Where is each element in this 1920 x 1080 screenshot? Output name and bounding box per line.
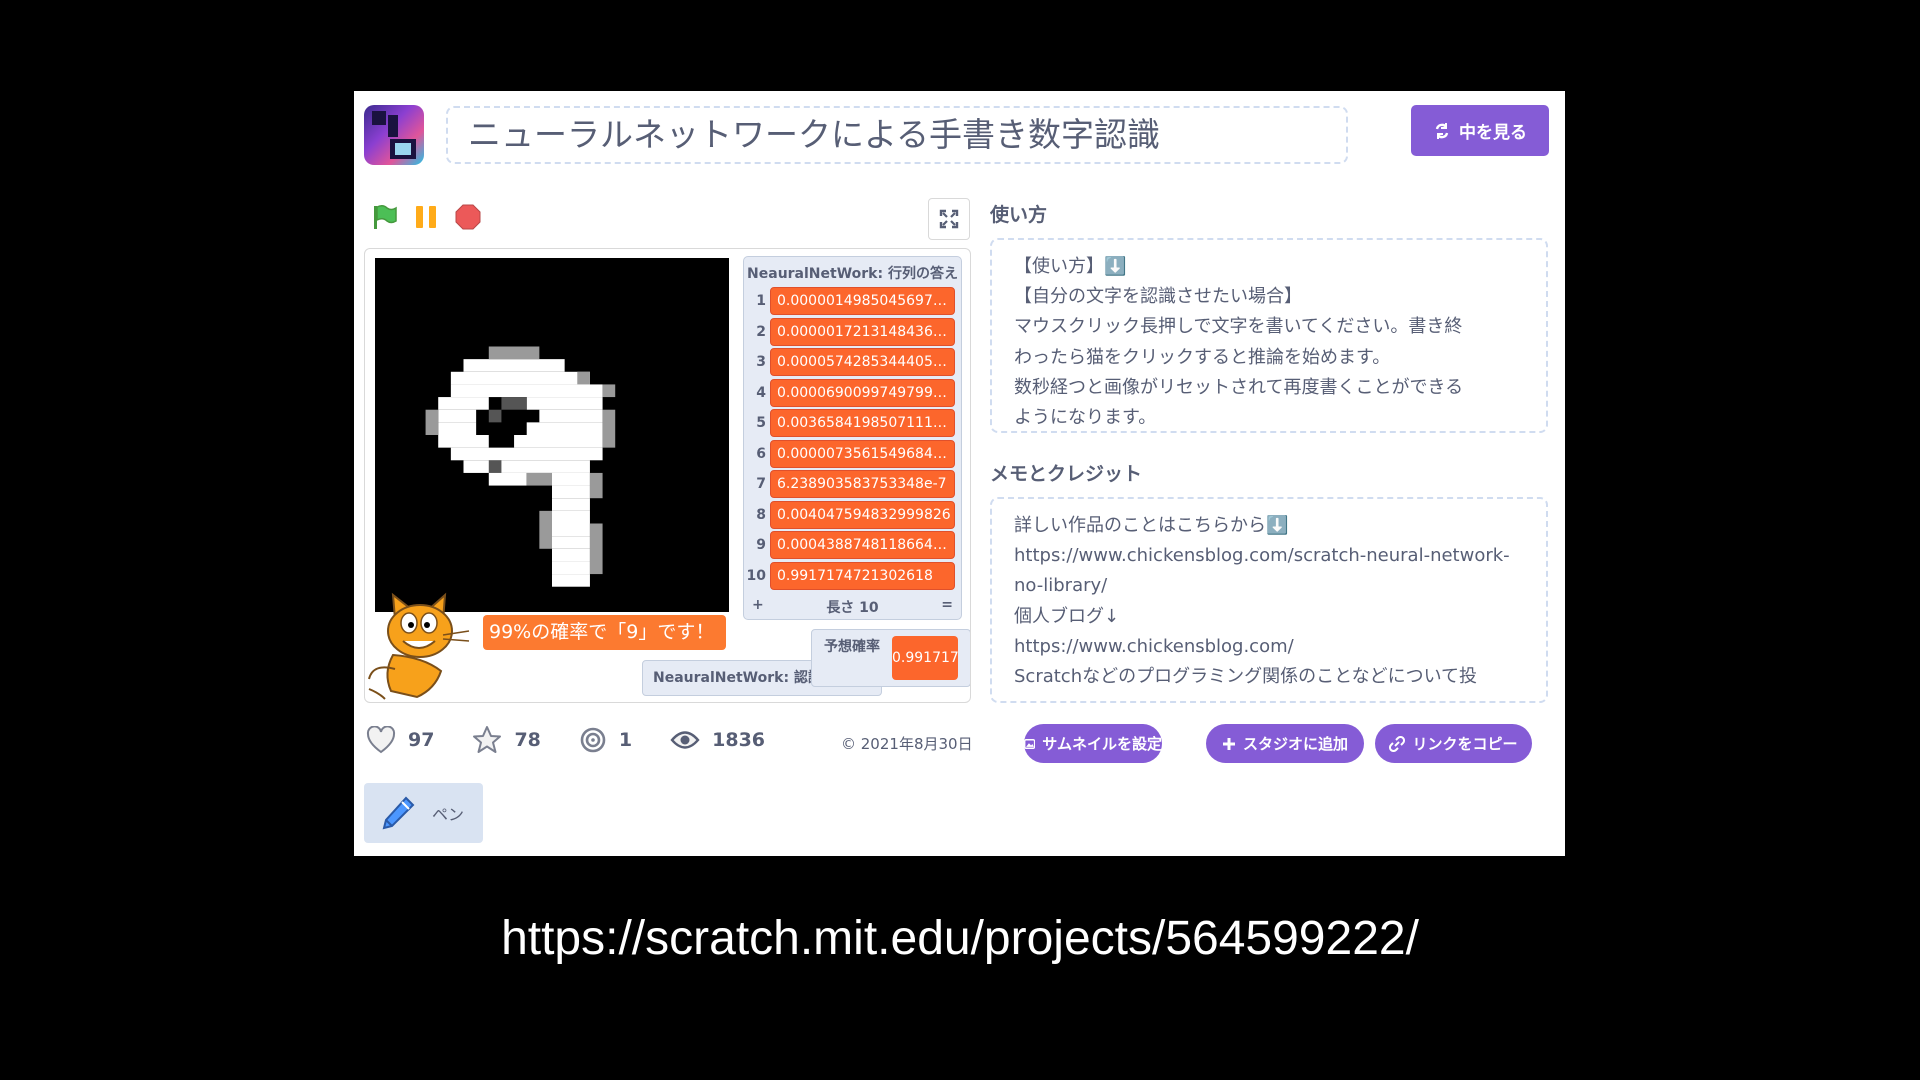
list-item: 7 6.238903583753348e-7 <box>744 469 961 500</box>
set-thumbnail-button[interactable]: サムネイルを設定 <box>1024 724 1162 763</box>
list-item: 4 0.00006900997497991... <box>744 378 961 409</box>
image-icon <box>1024 738 1036 749</box>
scratch-cat-sprite[interactable] <box>365 589 477 701</box>
list-item-index: 10 <box>746 567 766 584</box>
instructions-line: 【使い方】⬇️ <box>1014 256 1127 277</box>
list-item: 8 0.004047594832999826 <box>744 500 961 531</box>
list-item: 5 0.00365841985071119... <box>744 408 961 439</box>
instructions-line: 数秒経つと画像がリセットされて再度書くことができる <box>1014 376 1464 398</box>
heart-icon <box>366 726 396 754</box>
probability-monitor-value: 0.991717 <box>892 636 959 680</box>
favorite-stat[interactable]: 78 <box>472 725 541 755</box>
notes-heading: メモとクレジット <box>990 463 1143 485</box>
list-item: 2 0.00000172131484369... <box>744 317 961 348</box>
see-inside-button[interactable]: 中を見る <box>1411 105 1549 156</box>
speech-bubble: 99%の確率で「9」です！ <box>483 615 726 650</box>
link-icon <box>1389 735 1406 752</box>
list-item-value[interactable]: 0.00005742853444056... <box>770 348 955 377</box>
list-item-value[interactable]: 0.9917174721302618 <box>770 561 955 590</box>
list-item-index: 5 <box>756 415 766 432</box>
fullscreen-icon <box>939 209 959 229</box>
view-stat: 1836 <box>670 729 765 751</box>
remix-count: 1 <box>618 729 633 751</box>
stop-icon[interactable] <box>454 203 482 231</box>
notes-link[interactable]: https://www.chickensblog.com/ <box>1014 632 1526 662</box>
set-thumbnail-label: サムネイルを設定 <box>1042 735 1162 753</box>
love-count: 97 <box>408 729 435 751</box>
pen-extension-label: ペン <box>432 805 465 824</box>
probability-monitor-label: 予想確率 <box>824 639 880 655</box>
list-item: 9 0.00043887481186641... <box>744 530 961 561</box>
list-item-value[interactable]: 0.004047594832999826 <box>770 500 955 529</box>
favorite-count: 78 <box>514 729 541 751</box>
list-item-value[interactable]: 0.00365841985071119... <box>770 409 955 438</box>
project-title[interactable]: ニューラルネットワークによる手書き数字認識 <box>446 106 1348 164</box>
fullscreen-button[interactable] <box>928 198 970 240</box>
remix-icon <box>580 727 606 753</box>
star-icon <box>473 726 502 753</box>
list-item-index: 1 <box>756 293 766 310</box>
add-to-studio-label: スタジオに追加 <box>1242 735 1348 753</box>
copy-link-label: リンクをコピー <box>1412 735 1518 753</box>
stage[interactable]: NeauralNetWork: 行列の答え 1 0.000001498504569… <box>364 248 971 703</box>
list-item-value[interactable]: 0.00000735615496844... <box>770 439 955 468</box>
pause-icon[interactable] <box>412 203 440 231</box>
project-stats: 97 78 1 1836 <box>366 725 803 755</box>
share-date: © 2021年8月30日 <box>841 735 973 753</box>
list-item: 3 0.00005742853444056... <box>744 347 961 378</box>
list-item: 10 0.9917174721302618 <box>744 561 961 592</box>
remix-stat: 1 <box>579 726 632 754</box>
list-monitor-title: NeauralNetWork: 行列の答え <box>747 266 958 282</box>
list-item: 1 0.00000149850456976... <box>744 286 961 317</box>
notes-line: 詳しい作品のことはこちらから⬇️ <box>1014 515 1289 536</box>
list-item-value[interactable]: 0.00006900997497991... <box>770 378 955 407</box>
plus-icon <box>1222 737 1235 750</box>
notes-line: Scratchなどのプログラミング関係のことなどについて投 <box>1014 666 1478 688</box>
instructions-line: マウスクリック長押しで文字を書いてください。書き終 <box>1014 316 1463 338</box>
list-item: 6 0.00000735615496844... <box>744 439 961 470</box>
green-flag-icon[interactable] <box>370 203 398 231</box>
list-monitor-footer: + 長さ 10 = <box>744 591 961 617</box>
eye-icon <box>670 731 700 749</box>
notes-line: 個人ブログ↓ <box>1014 605 1120 627</box>
list-item-index: 4 <box>756 384 766 401</box>
love-stat[interactable]: 97 <box>366 726 434 754</box>
list-resize-handle[interactable]: = <box>941 597 953 617</box>
list-item-index: 7 <box>756 476 766 493</box>
list-item-value[interactable]: 0.00000149850456976... <box>770 287 955 316</box>
instructions-heading: 使い方 <box>990 204 1048 226</box>
list-item-index: 8 <box>756 506 766 523</box>
instructions-line: 【自分の文字を認識させたい場合】 <box>1014 286 1302 308</box>
pen-extension-tile[interactable]: ペン <box>364 783 483 843</box>
view-count: 1836 <box>712 729 766 751</box>
copy-link-button[interactable]: リンクをコピー <box>1375 724 1532 763</box>
list-item-index: 3 <box>756 354 766 371</box>
list-monitor: NeauralNetWork: 行列の答え 1 0.000001498504569… <box>743 256 962 620</box>
probability-monitor: 予想確率 0.991717 <box>811 629 970 687</box>
list-add-button[interactable]: + <box>752 597 764 617</box>
project-thumbnail-icon <box>364 105 424 165</box>
project-url: https://scratch.mit.edu/projects/5645992… <box>501 912 1419 965</box>
notes-box[interactable]: 詳しい作品のことはこちらから⬇️ https://www.chickensblo… <box>990 497 1548 703</box>
list-rows: 1 0.00000149850456976... 2 0.0000017213148… <box>744 286 961 591</box>
add-to-studio-button[interactable]: スタジオに追加 <box>1206 724 1364 763</box>
list-item-index: 2 <box>756 323 766 340</box>
see-inside-label: 中を見る <box>1459 123 1527 143</box>
instructions-line: わったら猫をクリックすると推論を始めます。 <box>1014 346 1391 368</box>
list-item-value[interactable]: 0.00043887481186641... <box>770 531 955 560</box>
drawing-canvas[interactable] <box>375 258 729 612</box>
instructions-line: ようになります。 <box>1014 407 1157 429</box>
player-controls <box>370 203 482 231</box>
remix-arrows-icon <box>1435 122 1449 139</box>
project-page-card: ニューラルネットワークによる手書き数字認識 中を見る NeauralNetWor… <box>354 91 1565 856</box>
pen-icon <box>382 796 415 830</box>
list-item-value[interactable]: 0.00000172131484369... <box>770 317 955 346</box>
list-length: 長さ 10 <box>826 600 879 616</box>
list-item-index: 6 <box>756 445 766 462</box>
instructions-box[interactable]: 【使い方】⬇️ 【自分の文字を認識させたい場合】 マウスクリック長押しで文字を書… <box>990 238 1548 433</box>
notes-link[interactable]: https://www.chickensblog.com/scratch-neu… <box>1014 541 1526 571</box>
notes-link[interactable]: no-library/ <box>1014 571 1526 601</box>
list-item-index: 9 <box>756 537 766 554</box>
list-item-value[interactable]: 6.238903583753348e-7 <box>770 470 955 499</box>
